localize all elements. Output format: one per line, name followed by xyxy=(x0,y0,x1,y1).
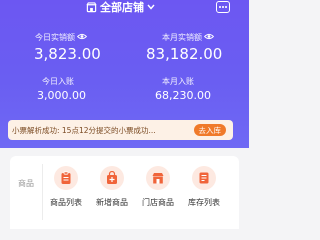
receipt-parse-notice[interactable]: 小票解析成功: 15点12分提交的小票成功... 去入库 xyxy=(8,120,233,140)
month-income-value: 68,230.00 xyxy=(155,89,211,102)
chevron-down-icon xyxy=(147,4,155,10)
product-shortcuts-card: 商品 商品列表 新增商品 门店商品 库存列表 xyxy=(10,156,239,229)
section-label: 商品 xyxy=(18,179,34,188)
top-bar: 全部店铺 xyxy=(0,0,249,18)
shortcut-label: 库存列表 xyxy=(188,198,220,207)
today-sales-value: 3,823.00 xyxy=(34,45,101,63)
shortcut-product-list[interactable]: 商品列表 xyxy=(42,166,90,208)
add-bag-icon xyxy=(100,166,124,190)
month-income-label: 本月入账 xyxy=(162,77,194,86)
eye-icon[interactable] xyxy=(203,33,215,42)
store-icon xyxy=(86,1,97,13)
list-icon xyxy=(192,166,216,190)
today-sales-label: 今日实销额 xyxy=(35,32,88,43)
month-sales-value: 83,182.00 xyxy=(146,45,223,63)
shortcut-add-product[interactable]: 新增商品 xyxy=(88,166,136,208)
shortcut-store-products[interactable]: 门店商品 xyxy=(134,166,182,208)
store-selector[interactable]: 全部店铺 xyxy=(86,0,155,15)
shortcut-label: 新增商品 xyxy=(96,198,128,207)
notice-text: 小票解析成功: 15点12分提交的小票成功... xyxy=(12,125,156,135)
today-income-label: 今日入账 xyxy=(42,77,74,86)
shortcut-label: 商品列表 xyxy=(50,198,82,207)
shortcut-label: 门店商品 xyxy=(142,198,174,207)
go-to-stock-in-button[interactable]: 去入库 xyxy=(193,124,226,136)
eye-icon[interactable] xyxy=(76,33,88,42)
store-icon xyxy=(146,166,170,190)
today-income-value: 3,000.00 xyxy=(37,89,86,102)
clipboard-icon xyxy=(54,166,78,190)
shortcut-inventory-list[interactable]: 库存列表 xyxy=(180,166,228,208)
more-options-icon[interactable] xyxy=(216,1,230,13)
store-selector-label: 全部店铺 xyxy=(100,1,144,14)
month-sales-label: 本月实销额 xyxy=(162,32,215,43)
